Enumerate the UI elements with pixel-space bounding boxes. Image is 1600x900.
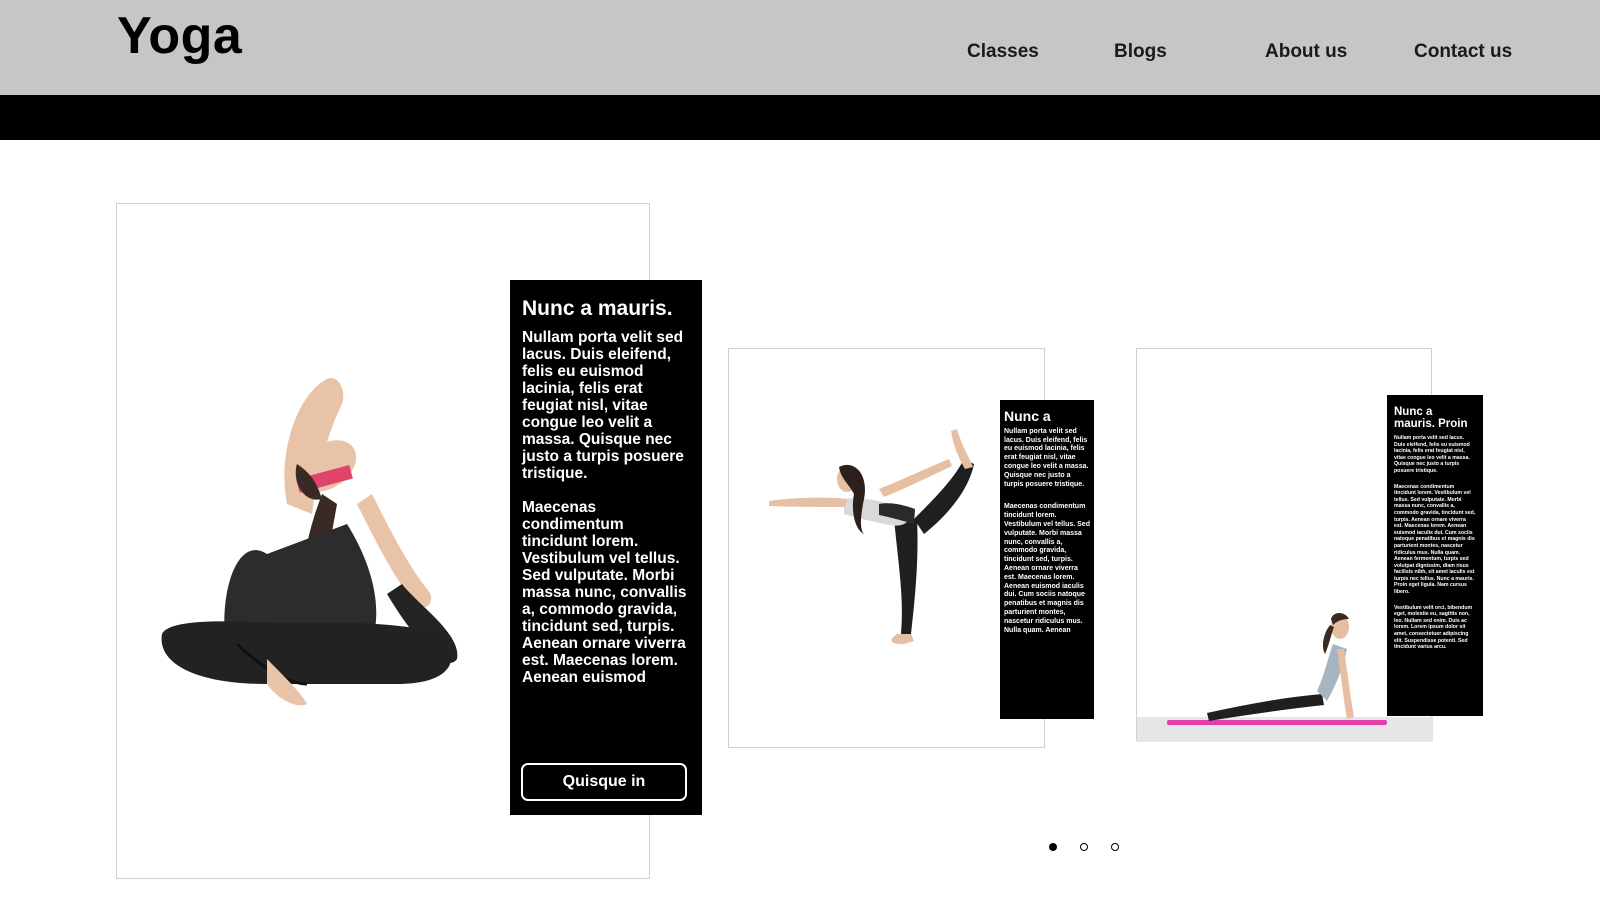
- carousel-dot-1[interactable]: [1049, 843, 1057, 851]
- nav-blogs[interactable]: Blogs: [1114, 41, 1167, 63]
- card-2-panel: Nunc a Nullam porta velit sed lacus. Dui…: [1000, 400, 1094, 719]
- card-3-text-1: Nullam porta velit sed lacus. Duis eleif…: [1394, 435, 1470, 474]
- card-2-text-1: Nullam porta velit sed lacus. Duis eleif…: [1004, 427, 1089, 488]
- featured-card-text-2: Maecenas condimentum tincidunt lorem. Ve…: [522, 499, 687, 686]
- card-3-panel: Nunc a mauris. Proin Nullam porta velit …: [1387, 395, 1483, 716]
- header-divider-bar: [0, 95, 1600, 140]
- site-logo[interactable]: Yoga: [117, 6, 242, 66]
- carousel-dot-2[interactable]: [1080, 843, 1088, 851]
- card-3-text-2: Maecenas condimentum tincidunt lorem. Ve…: [1394, 483, 1476, 596]
- carousel-dot-3[interactable]: [1111, 843, 1119, 851]
- nav-about-us[interactable]: About us: [1265, 41, 1347, 63]
- yoga-pose-image: [769, 429, 974, 645]
- card-3-text-3: Vestibulum velit orci, bibendum eget, mo…: [1394, 604, 1473, 651]
- featured-card-text-1: Nullam porta velit sed lacus. Duis eleif…: [522, 329, 684, 482]
- nav-contact-us[interactable]: Contact us: [1414, 41, 1512, 63]
- secondary-card[interactable]: [728, 348, 1045, 748]
- featured-card-panel: Nunc a mauris. Nullam porta velit sed la…: [510, 280, 702, 815]
- card-3-title: Nunc a mauris. Proin: [1394, 406, 1468, 430]
- featured-card-title: Nunc a mauris.: [522, 297, 673, 320]
- card-2-text-2: Maecenas condimentum tincidunt lorem. Ve…: [1004, 503, 1090, 634]
- nav-classes[interactable]: Classes: [967, 41, 1039, 63]
- header: Yoga Classes Blogs About us Contact us: [0, 0, 1600, 95]
- quisque-in-button[interactable]: Quisque in: [521, 763, 687, 801]
- card-2-title: Nunc a: [1004, 408, 1051, 424]
